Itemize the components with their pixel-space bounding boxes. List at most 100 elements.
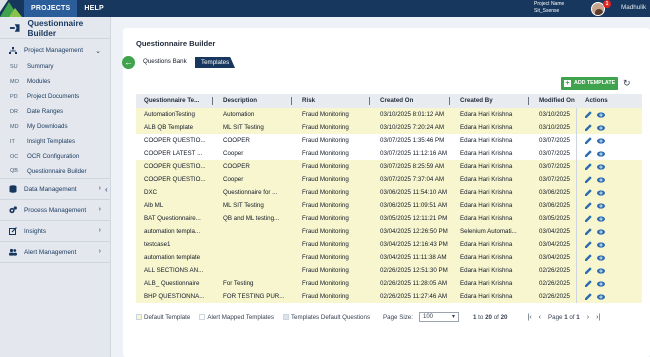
header-modified-on[interactable]: Modified On — [531, 94, 577, 108]
sidebar-label: Insights — [24, 227, 47, 235]
table-row[interactable]: BHP QUESTIONNA... FOR TESTING PUR... Fraud… — [136, 290, 642, 303]
table-row[interactable]: ALL SECTIONS AN... Fraud Monitoring 02/26/… — [136, 264, 642, 277]
table-row[interactable]: AutomationTesting Automation Fraud Monitor… — [136, 108, 642, 121]
edit-icon[interactable] — [585, 176, 592, 183]
sidebar-item-insight-templates[interactable]: IT Insight Templates — [0, 134, 110, 149]
view-icon[interactable] — [597, 150, 605, 157]
edit-icon[interactable] — [585, 189, 592, 196]
page-size-select[interactable]: 100 ▾ — [418, 312, 459, 322]
nav-projects[interactable]: PROJECTS — [24, 0, 78, 17]
table-row[interactable]: BAT Questionnaire... QB and ML testing...… — [136, 212, 642, 225]
view-icon[interactable] — [597, 215, 605, 222]
edit-icon[interactable] — [585, 267, 592, 274]
collapse-sidebar-icon[interactable]: ‹ — [105, 185, 108, 194]
add-template-button[interactable]: + ADD TEMPLATE — [561, 77, 618, 90]
first-page-icon[interactable]: |‹ — [528, 314, 532, 321]
sidebar-item-ocr-configuration[interactable]: OC OCR Configuration — [0, 149, 110, 164]
row-actions — [577, 108, 642, 121]
table-cell: 03/10/2025 7:20:24 AM — [380, 124, 444, 131]
column-separator[interactable] — [291, 97, 292, 105]
header-created-on[interactable]: Created On — [372, 94, 452, 108]
sidebar-item-my-downloads[interactable]: MD My Downloads — [0, 119, 110, 134]
pagination: |‹ ‹ Page 1 of 1 › ›| — [528, 314, 601, 321]
range-total: 20 — [500, 313, 508, 321]
back-arrow-icon[interactable]: ← — [122, 56, 135, 69]
view-icon[interactable] — [597, 176, 605, 183]
table-row[interactable]: ALB_ Questionnaire For Testing Fraud Monit… — [136, 277, 642, 290]
view-icon[interactable] — [597, 202, 605, 209]
edit-icon[interactable] — [585, 150, 592, 157]
logo[interactable] — [0, 0, 22, 17]
edit-icon[interactable] — [585, 202, 592, 209]
column-separator[interactable] — [212, 97, 213, 105]
table-row[interactable]: testcase1 Fraud Monitoring 03/04/2025 12:1… — [136, 238, 642, 251]
view-icon[interactable] — [597, 254, 605, 261]
view-icon[interactable] — [597, 189, 605, 196]
edit-icon[interactable] — [585, 254, 592, 261]
sidebar-item-alert-management[interactable]: Alert Management › — [0, 242, 110, 263]
tab-questions-bank[interactable]: Questions Bank — [143, 57, 187, 67]
table-row[interactable]: automation template Fraud Monitoring 03/04… — [136, 251, 642, 264]
edit-icon[interactable] — [585, 241, 592, 248]
edit-icon[interactable] — [585, 280, 592, 287]
sidebar-item-project-management[interactable]: Project Management ⌄ — [0, 42, 110, 59]
sidebar-item-questionnaire-builder[interactable]: QB Questionnaire Builder — [0, 164, 110, 179]
table-row[interactable]: COOPER QUESTIO... COOPER Fraud Monitoring 0… — [136, 134, 642, 147]
view-icon[interactable] — [597, 241, 605, 248]
sidebar-item-project-documents[interactable]: PD Project Documents — [0, 89, 110, 104]
edit-icon[interactable] — [585, 163, 592, 170]
table-row[interactable]: COOPER QUESTIO... COOPER Fraud Monitoring 0… — [136, 160, 642, 173]
nav-help[interactable]: HELP — [77, 0, 110, 17]
notification-badge[interactable]: 1 — [603, 0, 611, 8]
view-icon[interactable] — [597, 124, 605, 131]
view-icon[interactable] — [597, 111, 605, 118]
edit-icon[interactable] — [585, 215, 592, 222]
header-questionnaire-template[interactable]: Questionnaire Te... — [136, 94, 215, 108]
edit-icon[interactable] — [585, 293, 592, 300]
sidebar-item-date-ranges[interactable]: DR Date Ranges — [0, 104, 110, 119]
previous-page-icon[interactable]: ‹ — [539, 314, 541, 321]
last-page-icon[interactable]: ›| — [596, 314, 600, 321]
sidebar-item-insights[interactable]: Insights › — [0, 221, 110, 242]
table-row[interactable]: DXC Questionnaire for ... Fraud Monitoring… — [136, 186, 642, 199]
row-range: 1 to 20 of 20 — [473, 314, 508, 321]
view-icon[interactable] — [597, 293, 605, 300]
header-created-by[interactable]: Created By — [452, 94, 531, 108]
user-name[interactable]: Madhulik — [621, 4, 646, 11]
refresh-icon[interactable]: ↻ — [623, 78, 631, 89]
sidebar-item-modules[interactable]: MO Modules — [0, 74, 110, 89]
tab-templates[interactable]: Templates — [195, 57, 235, 68]
edit-icon[interactable] — [585, 111, 592, 118]
view-icon[interactable] — [597, 163, 605, 170]
table-row[interactable]: Alb ML ML SIT Testing Fraud Monitoring 03/0… — [136, 199, 642, 212]
header-description[interactable]: Description — [215, 94, 294, 108]
next-page-icon[interactable]: › — [587, 314, 589, 321]
table-cell: Edara Hari Krishna — [460, 254, 513, 261]
view-icon[interactable] — [597, 228, 605, 235]
page-indicator: Page 1 of 1 — [548, 314, 580, 321]
edit-icon[interactable] — [585, 137, 592, 144]
view-icon[interactable] — [597, 280, 605, 287]
edit-icon[interactable] — [585, 124, 592, 131]
page-word: Page — [548, 313, 563, 321]
table-row[interactable]: COOPER LATEST ... Cooper Fraud Monitoring 0… — [136, 147, 642, 160]
sidebar-abbr: OC — [10, 153, 19, 160]
table-row[interactable]: ALB QB Template ML SIT Testing Fraud Monit… — [136, 121, 642, 134]
view-icon[interactable] — [597, 267, 605, 274]
column-separator[interactable] — [449, 97, 450, 105]
pin-icon[interactable] — [10, 23, 20, 32]
view-icon[interactable] — [597, 137, 605, 144]
table-row[interactable]: COOPER QUESTIO... Cooper Fraud Monitoring 0… — [136, 173, 642, 186]
column-separator[interactable] — [528, 97, 529, 105]
legend-default-questions: Templates Default Questions — [282, 314, 370, 321]
sidebar-item-process-management[interactable]: Process Management › — [0, 200, 110, 221]
header-risk[interactable]: Risk — [294, 94, 372, 108]
table-row[interactable]: automation templa... Fraud Monitoring 03/0… — [136, 225, 642, 238]
table-cell: testcase1 — [144, 241, 171, 248]
row-actions — [577, 212, 642, 225]
edit-icon[interactable] — [585, 228, 592, 235]
sidebar-item-summary[interactable]: SU Summary — [0, 59, 110, 74]
column-separator[interactable] — [369, 97, 370, 105]
table-cell: 03/05/2025 — [531, 212, 577, 225]
sidebar-item-data-management[interactable]: Data Management › — [0, 179, 110, 200]
